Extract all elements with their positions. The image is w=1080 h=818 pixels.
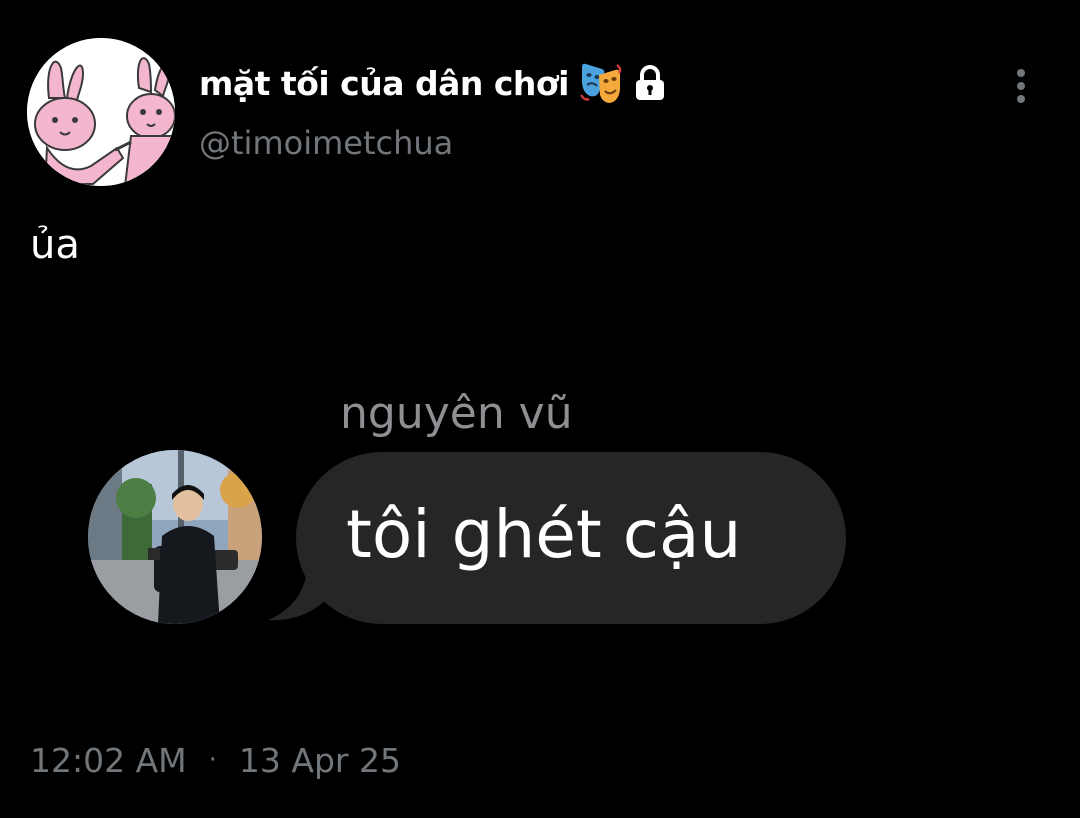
author-handle[interactable]: @timoimetchua (199, 124, 453, 162)
performing-arts-icon (579, 61, 623, 105)
chat-sender-name: nguyên vũ (340, 388, 573, 439)
tweet-text: ủa (30, 222, 80, 268)
chat-message-text: tôi ghét cậu (346, 496, 742, 573)
tweet-meta: 12:02 AM · 13 Apr 25 (30, 738, 401, 782)
author-name-row: mặt tối của dân chơi (199, 60, 667, 106)
person-on-street-image (88, 450, 262, 624)
more-vertical-icon[interactable] (1005, 66, 1037, 106)
tweet-date[interactable]: 13 Apr 25 (239, 741, 401, 780)
chat-bubble: tôi ghét cậu (296, 452, 846, 624)
tweet-media[interactable]: nguyên vũ tôi ghét cậu (0, 330, 1080, 660)
chat-sender-avatar (88, 450, 262, 624)
author-avatar[interactable] (27, 38, 175, 186)
author-display-name[interactable]: mặt tối của dân chơi (199, 64, 569, 103)
tweet-time[interactable]: 12:02 AM (30, 741, 187, 780)
lock-icon (633, 64, 667, 102)
meta-separator: · (208, 745, 217, 775)
pink-bunnies-avatar-image (27, 38, 175, 186)
